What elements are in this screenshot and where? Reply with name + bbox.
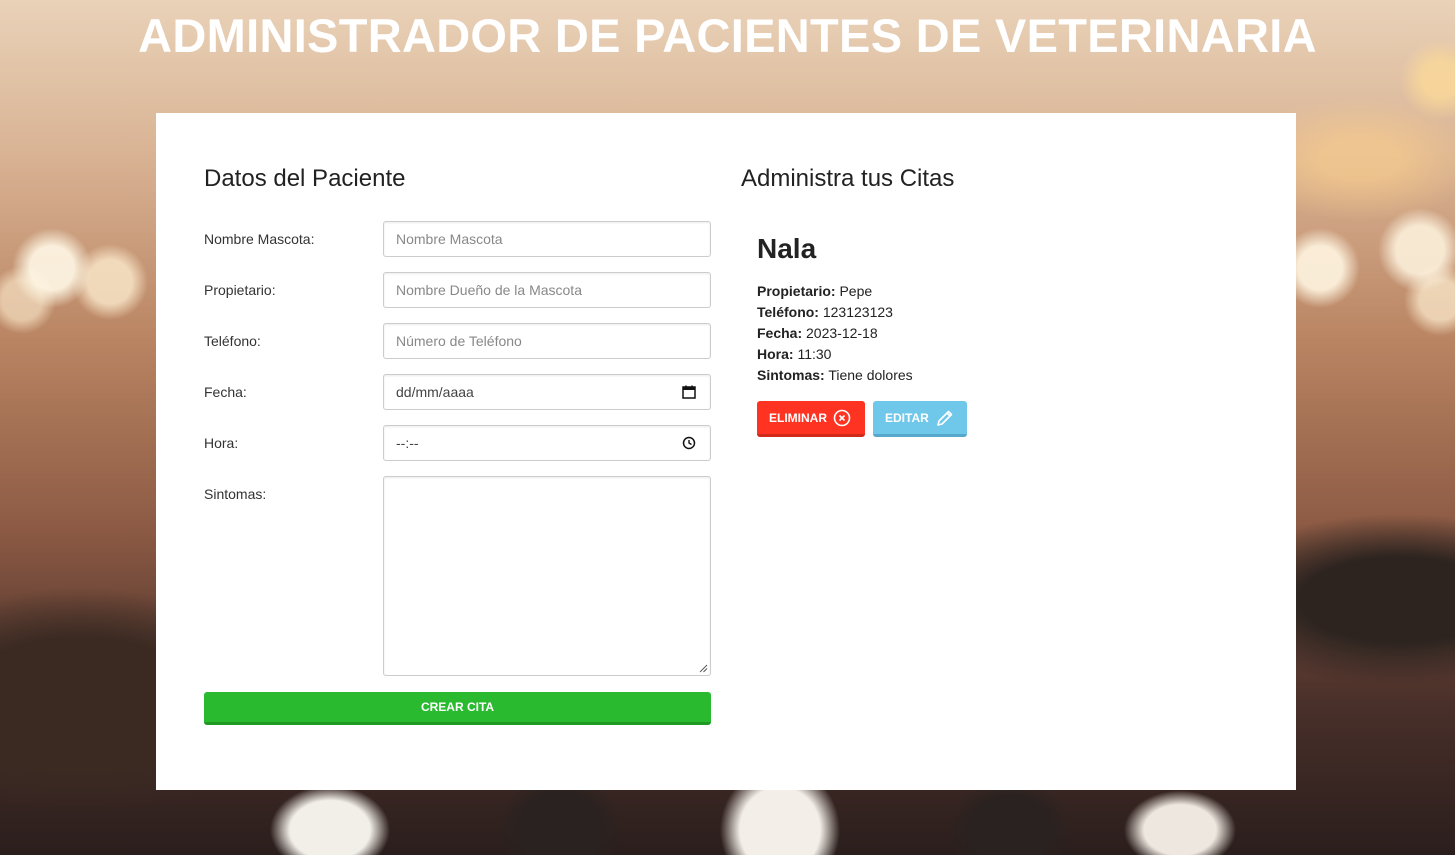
phone-field-label: Teléfono:	[757, 304, 819, 320]
symptoms-row: Sintomas:	[204, 476, 711, 676]
owner-value: Pepe	[839, 283, 873, 299]
date-field-label: Fecha:	[757, 325, 803, 341]
symptoms-textarea[interactable]	[383, 476, 711, 676]
owner-placeholder: Nombre Dueño de la Mascota	[396, 282, 582, 298]
appointments-title: Administra tus Citas	[741, 165, 955, 192]
delete-button-label: ELIMINAR	[769, 410, 827, 425]
time-field-label: Hora:	[757, 346, 794, 362]
appointments-section: Administra tus Citas Nala Propietario: P…	[741, 165, 1241, 437]
symptoms-label: Sintomas:	[204, 486, 267, 502]
date-placeholder: dd/mm/aaaa	[396, 384, 474, 400]
resize-handle-icon[interactable]	[698, 663, 708, 673]
symptoms-field-label: Sintomas:	[757, 367, 825, 383]
create-appointment-button[interactable]: CREAR CITA	[204, 692, 711, 725]
time-label: Hora:	[204, 435, 239, 451]
owner-label: Propietario:	[204, 282, 276, 298]
time-row: Hora: --:--	[204, 425, 711, 461]
pet-name-placeholder: Nombre Mascota	[396, 231, 503, 247]
delete-button[interactable]: ELIMINAR	[757, 401, 865, 437]
pet-name-row: Nombre Mascota: Nombre Mascota	[204, 221, 711, 257]
date-label: Fecha:	[204, 384, 247, 400]
appointment-symptoms: Sintomas: Tiene dolores	[757, 367, 913, 383]
phone-value: 123123123	[822, 304, 893, 320]
close-circle-icon	[833, 409, 851, 426]
phone-input[interactable]: Número de Teléfono	[383, 323, 711, 359]
date-row: Fecha: dd/mm/aaaa	[204, 374, 711, 410]
appointment-pet-name: Nala	[757, 233, 817, 264]
appointment-date: Fecha: 2023-12-18	[757, 325, 878, 341]
date-input[interactable]: dd/mm/aaaa	[383, 374, 711, 410]
patient-form: Datos del Paciente Nombre Mascota: Nombr…	[204, 165, 711, 725]
phone-label: Teléfono:	[204, 333, 261, 349]
owner-field-label: Propietario:	[757, 283, 836, 299]
phone-placeholder: Número de Teléfono	[396, 333, 522, 349]
page-title: ADMINISTRADOR DE PACIENTES DE VETERINARI…	[138, 9, 1317, 62]
appointment-phone: Teléfono: 123123123	[757, 304, 893, 320]
owner-row: Propietario: Nombre Dueño de la Mascota	[204, 272, 711, 308]
pet-name-label: Nombre Mascota:	[204, 231, 315, 247]
date-value: 2023-12-18	[806, 325, 878, 341]
calendar-icon[interactable]	[682, 385, 696, 399]
pet-name-input[interactable]: Nombre Mascota	[383, 221, 711, 257]
appointment-time: Hora: 11:30	[757, 346, 831, 362]
edit-button-label: EDITAR	[885, 410, 929, 425]
time-value: 11:30	[797, 346, 832, 362]
owner-input[interactable]: Nombre Dueño de la Mascota	[383, 272, 711, 308]
main-panel: Datos del Paciente Nombre Mascota: Nombr…	[156, 113, 1296, 790]
form-title: Datos del Paciente	[204, 165, 406, 192]
symptoms-value: Tiene dolores	[828, 367, 913, 383]
edit-button[interactable]: EDITAR	[873, 401, 967, 437]
pencil-icon	[936, 410, 953, 426]
clock-icon[interactable]	[682, 436, 696, 450]
phone-row: Teléfono: Número de Teléfono	[204, 323, 711, 359]
appointment-owner: Propietario: Pepe	[757, 283, 872, 299]
time-input[interactable]: --:--	[383, 425, 711, 461]
time-placeholder: --:--	[396, 435, 419, 451]
